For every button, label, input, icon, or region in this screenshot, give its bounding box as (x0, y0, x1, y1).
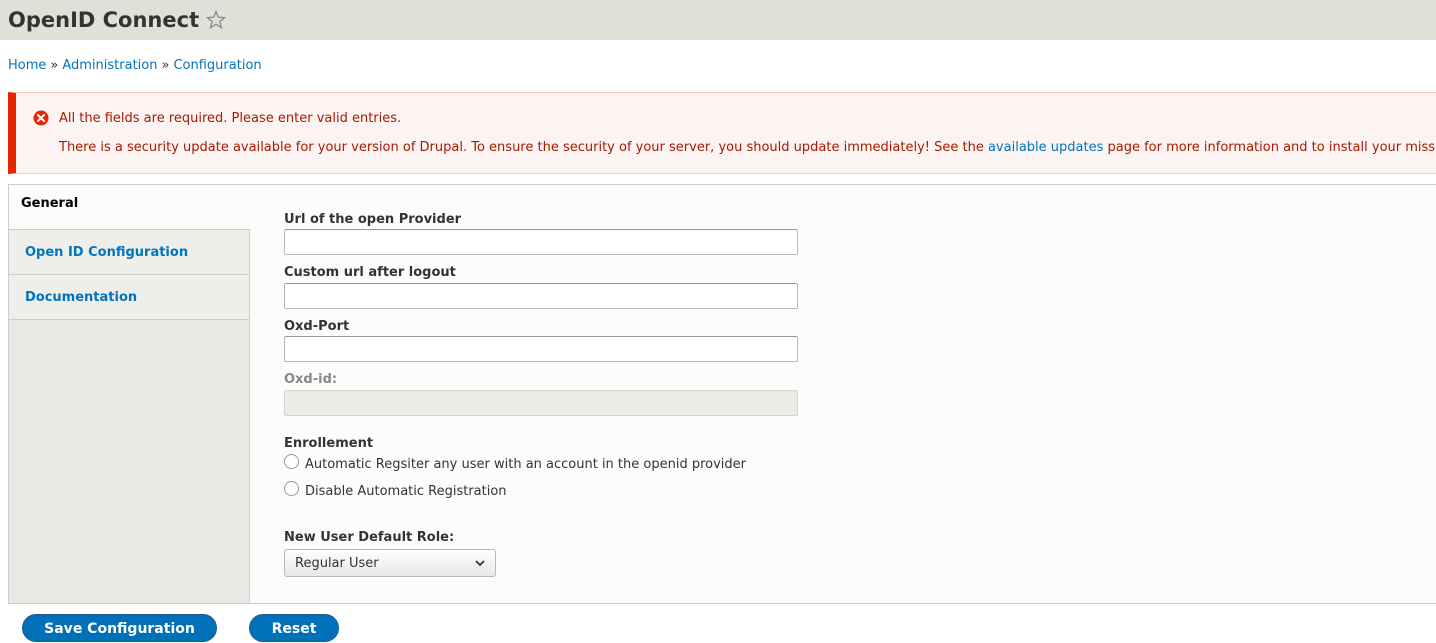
general-tab-panel: Url of the open Provider Custom url afte… (250, 185, 1436, 603)
star-outline-icon[interactable] (206, 10, 227, 30)
breadcrumb-separator: » (161, 58, 170, 73)
error-text: All the fields are required. Please ente… (59, 110, 402, 126)
enrollment-option-automatic[interactable]: Automatic Regsiter any user with an acco… (284, 454, 747, 472)
vertical-tabs-menu: General Open ID Configuration Documentat… (9, 185, 251, 603)
breadcrumb: Home» Administration» Configuration (8, 58, 262, 73)
chevron-down-icon (475, 560, 485, 567)
logout-url-label: Custom url after logout (284, 265, 456, 280)
oxd-id-input (284, 390, 798, 416)
provider-url-label: Url of the open Provider (284, 212, 462, 227)
warning-text-prefix: There is a security update available for… (59, 140, 988, 155)
radio-disable-registration[interactable] (284, 481, 299, 496)
oxd-id-label: Oxd-id: (284, 372, 338, 387)
provider-url-input[interactable] (284, 229, 798, 255)
warning-text-suffix: page for more information and to install… (1103, 140, 1436, 155)
breadcrumb-home-link[interactable]: Home (8, 58, 46, 73)
vertical-tabs: General Open ID Configuration Documentat… (8, 184, 1436, 604)
error-message: All the fields are required. Please ente… (33, 110, 401, 126)
breadcrumb-administration-link[interactable]: Administration (62, 58, 157, 73)
tab-open-id-configuration[interactable]: Open ID Configuration (9, 230, 249, 275)
available-updates-link[interactable]: available updates (988, 140, 1103, 155)
default-role-label: New User Default Role: (284, 530, 455, 545)
enrollment-option-disable[interactable]: Disable Automatic Registration (284, 481, 507, 499)
tab-general[interactable]: General (9, 185, 251, 230)
reset-button[interactable]: Reset (249, 614, 339, 642)
page-title: OpenID Connect (8, 8, 200, 32)
logout-url-input[interactable] (284, 283, 798, 309)
error-x-icon (33, 110, 49, 126)
radio-automatic-register[interactable] (284, 454, 299, 469)
radio-automatic-register-label: Automatic Regsiter any user with an acco… (305, 457, 747, 472)
default-role-select[interactable]: Regular User (284, 549, 496, 577)
security-warning-message: There is a security update available for… (59, 140, 1436, 155)
radio-disable-registration-label: Disable Automatic Registration (305, 484, 507, 499)
oxd-port-label: Oxd-Port (284, 319, 350, 334)
tab-documentation[interactable]: Documentation (9, 275, 249, 320)
page-header: OpenID Connect (0, 0, 1436, 40)
error-messages: All the fields are required. Please ente… (8, 92, 1436, 174)
oxd-port-input[interactable] (284, 336, 798, 362)
breadcrumb-separator: » (50, 58, 59, 73)
breadcrumb-configuration-link[interactable]: Configuration (173, 58, 261, 73)
default-role-selected-value: Regular User (295, 555, 379, 571)
save-configuration-button[interactable]: Save Configuration (22, 614, 217, 642)
enrollment-label: Enrollement (284, 436, 374, 451)
